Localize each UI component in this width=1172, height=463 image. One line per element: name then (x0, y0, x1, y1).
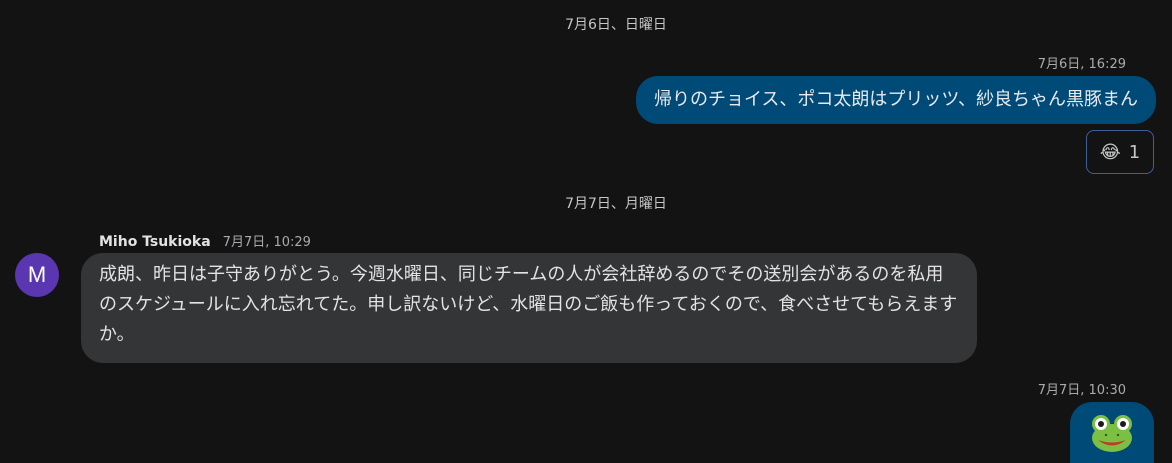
outgoing-message-bubble[interactable]: 帰りのチョイス、ポコ太朗はプリッツ、紗良ちゃん黒豚まん (635, 76, 1156, 124)
message-text: 成朗、昨日は子守ありがとう。今週水曜日、同じチームの人が会社辞めるのでその送別会… (99, 264, 958, 345)
reaction-count: 1 (1128, 141, 1141, 163)
laughing-emoji-icon: 😂 (1099, 141, 1121, 163)
date-divider: 7月7日、月曜日 (565, 196, 667, 212)
message-text: 帰りのチョイス、ポコ太朗はプリッツ、紗良ちゃん黒豚まん (653, 89, 1138, 110)
reaction-chip[interactable]: 😂 1 (1086, 130, 1154, 174)
avatar[interactable]: M (15, 253, 59, 297)
incoming-message-bubble[interactable]: 成朗、昨日は子守ありがとう。今週水曜日、同じチームの人が会社辞めるのでその送別会… (81, 253, 977, 363)
outgoing-emoji-bubble[interactable] (1070, 402, 1154, 463)
message-timestamp: 7月7日, 10:29 (222, 235, 311, 250)
date-divider: 7月6日、日曜日 (565, 17, 667, 33)
sender-name: Miho Tsukioka (99, 234, 211, 250)
message-timestamp: 7月7日, 10:30 (1037, 383, 1126, 398)
message-timestamp: 7月6日, 16:29 (1037, 57, 1126, 72)
chat-thread: 7月6日、日曜日 7月6日, 16:29 帰りのチョイス、ポコ太朗はプリッツ、紗… (0, 0, 1172, 463)
sender-header: Miho Tsukioka 7月7日, 10:29 (99, 231, 311, 250)
frog-face-icon (1092, 414, 1132, 452)
